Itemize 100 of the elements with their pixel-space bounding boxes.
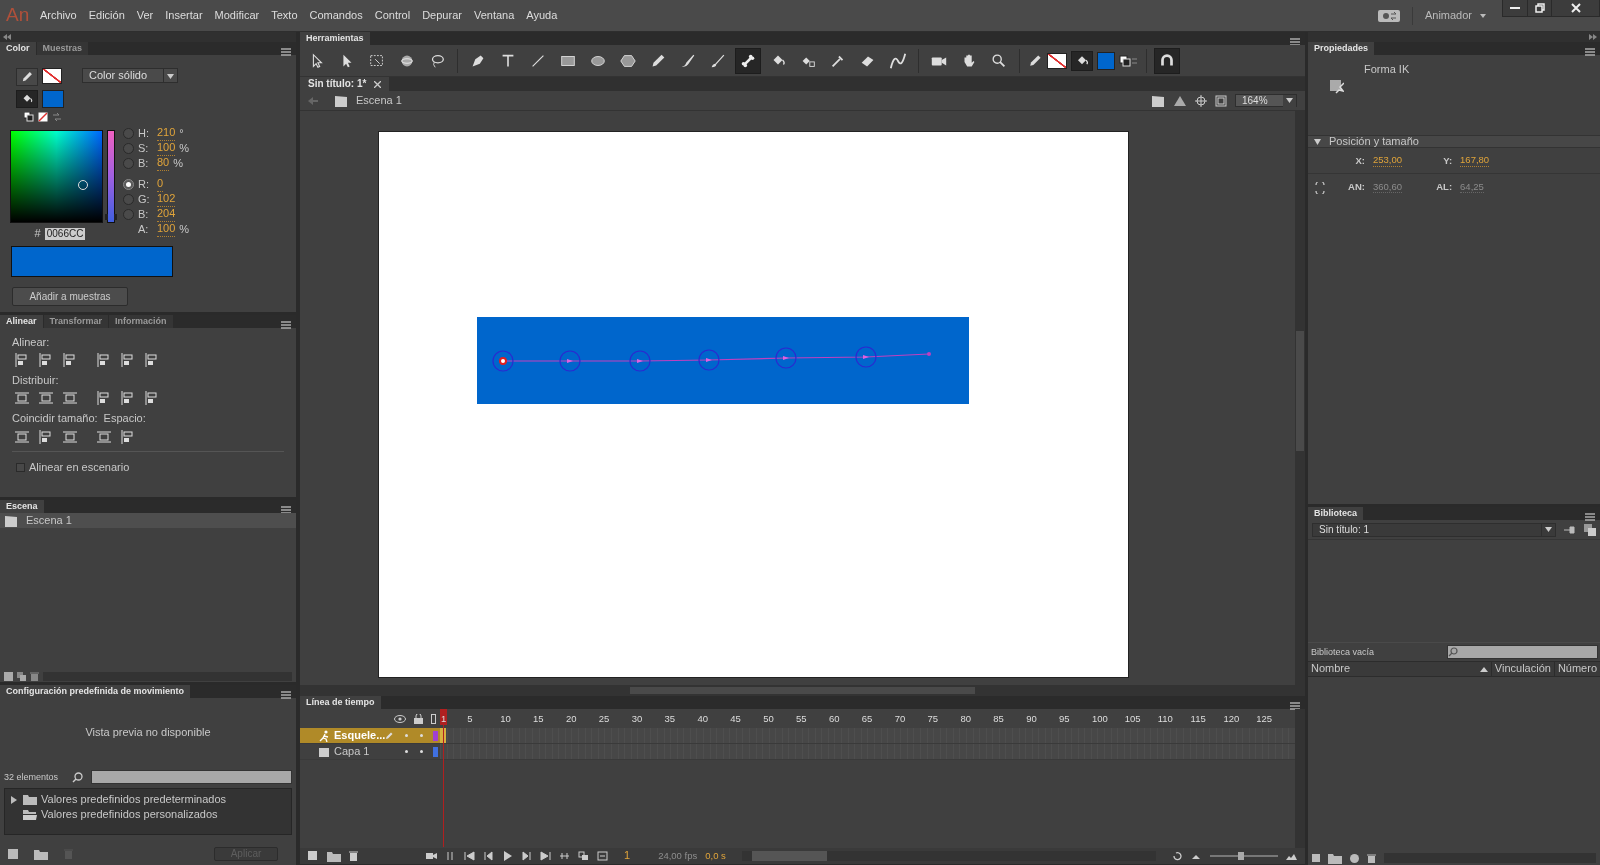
- distribute-icon[interactable]: [144, 352, 160, 369]
- new-library-panel-icon[interactable]: [1584, 523, 1596, 536]
- value-field[interactable]: 167,80: [1460, 154, 1490, 167]
- panel-tab[interactable]: Biblioteca: [1308, 507, 1364, 520]
- radio-button[interactable]: [123, 179, 134, 190]
- match-size-icon[interactable]: [38, 428, 54, 445]
- distribute-icon[interactable]: [38, 390, 54, 407]
- menu-item[interactable]: Control: [368, 8, 417, 23]
- menu-item[interactable]: Comandos: [303, 8, 369, 23]
- lock-icon[interactable]: [414, 713, 423, 724]
- frame-track[interactable]: [440, 744, 1295, 760]
- outline-icon[interactable]: [431, 713, 436, 724]
- match-size-icon[interactable]: [62, 428, 78, 445]
- first-frame-icon[interactable]: [464, 851, 475, 861]
- pin-icon[interactable]: [1564, 525, 1576, 534]
- match-size-icon[interactable]: [14, 428, 30, 445]
- panel-tab[interactable]: Muestras: [36, 42, 89, 55]
- scrollbar[interactable]: [1295, 709, 1305, 848]
- panel-tab[interactable]: Herramientas: [300, 32, 371, 45]
- menu-item[interactable]: Insertar: [159, 8, 209, 23]
- zoom-slider[interactable]: [1210, 852, 1278, 860]
- swap-colors-icon[interactable]: [1119, 53, 1139, 68]
- camera-icon[interactable]: [426, 851, 437, 861]
- menu-item[interactable]: Archivo: [34, 8, 83, 23]
- layer-color-swatch[interactable]: [433, 746, 438, 757]
- duplicate-icon[interactable]: [17, 671, 26, 681]
- info-icon[interactable]: [1350, 853, 1359, 863]
- section-header[interactable]: Posición y tamaño: [1308, 135, 1600, 148]
- space-icon[interactable]: [96, 428, 112, 445]
- menu-item[interactable]: Ver: [130, 8, 160, 23]
- playhead[interactable]: [440, 709, 447, 847]
- distribute-icon[interactable]: [144, 390, 160, 407]
- radio-button[interactable]: [123, 209, 134, 220]
- column-header[interactable]: Vinculación: [1490, 662, 1554, 676]
- checkbox[interactable]: [16, 462, 25, 472]
- swap-colors-icon[interactable]: [52, 112, 62, 122]
- value-field[interactable]: 100: [157, 141, 176, 156]
- eye-icon[interactable]: [394, 714, 406, 723]
- elapsed-time[interactable]: 0,0 s: [705, 850, 726, 862]
- distribute-icon[interactable]: [120, 352, 136, 369]
- panel-tab[interactable]: Configuración predefinida de movimiento: [0, 685, 191, 698]
- collapse-icon[interactable]: [3, 34, 11, 40]
- scene-breadcrumb[interactable]: Escena 1: [356, 93, 402, 108]
- fill-color-swatch[interactable]: [1097, 51, 1115, 70]
- value-field[interactable]: 102: [157, 192, 176, 207]
- workspace-switcher[interactable]: Animador: [1424, 8, 1486, 23]
- scrollbar[interactable]: [741, 851, 1156, 861]
- preset-folder[interactable]: Valores predefinidos predeterminados: [5, 792, 291, 807]
- menu-item[interactable]: Modificar: [208, 8, 266, 23]
- close-icon[interactable]: [374, 80, 382, 88]
- panel-menu-icon[interactable]: [281, 691, 291, 700]
- panel-tab[interactable]: Propiedades: [1308, 42, 1376, 55]
- scrollbar[interactable]: [300, 685, 1305, 696]
- fill-type-dropdown[interactable]: Color sólido: [82, 68, 178, 83]
- hex-field[interactable]: 0066CC: [44, 227, 86, 240]
- menu-item[interactable]: Depurar: [416, 8, 468, 23]
- link-icon[interactable]: [1314, 181, 1326, 194]
- magnet-tool[interactable]: [1154, 47, 1180, 74]
- no-color-icon[interactable]: [38, 112, 48, 122]
- next-frame-icon[interactable]: [521, 851, 532, 861]
- edit-frames-icon[interactable]: [597, 851, 608, 861]
- expand-arrow-icon[interactable]: [11, 796, 17, 804]
- menu-item[interactable]: Edición: [82, 8, 131, 23]
- panel-tab[interactable]: Transformar: [43, 315, 110, 328]
- align-icon[interactable]: [14, 352, 30, 369]
- trash-icon[interactable]: [1367, 853, 1376, 863]
- stroke-color-button[interactable]: [16, 68, 38, 86]
- panel-menu-icon[interactable]: [281, 48, 291, 57]
- layer-color-swatch[interactable]: [433, 730, 438, 741]
- trash-icon[interactable]: [349, 851, 360, 861]
- document-tab[interactable]: Sin título: 1*: [300, 77, 390, 91]
- value-field[interactable]: 210: [157, 126, 176, 141]
- space-icon[interactable]: [120, 428, 136, 445]
- fill-color-button[interactable]: [16, 90, 38, 108]
- panel-menu-icon[interactable]: [281, 321, 291, 330]
- onion-skin-icon[interactable]: [578, 851, 589, 861]
- distribute-icon[interactable]: [96, 352, 112, 369]
- pause-icon[interactable]: [445, 851, 456, 861]
- fill-color-swatch[interactable]: [42, 90, 64, 108]
- frame-rate[interactable]: 24,00 fps: [658, 850, 698, 862]
- search-field[interactable]: [1447, 645, 1598, 659]
- value-field[interactable]: 204: [157, 207, 176, 222]
- last-frame-icon[interactable]: [540, 851, 551, 861]
- panel-menu-icon[interactable]: [281, 506, 291, 515]
- menu-item[interactable]: Texto: [265, 8, 304, 23]
- scene-item[interactable]: Escena 1: [0, 513, 296, 528]
- value-field[interactable]: 253,00: [1373, 154, 1403, 167]
- distribute-icon[interactable]: [62, 390, 78, 407]
- expand-panels-icon[interactable]: [1589, 34, 1597, 40]
- stroke-color-swatch[interactable]: [1047, 52, 1067, 69]
- prev-frame-icon[interactable]: [483, 851, 494, 861]
- column-header[interactable]: Número: [1553, 662, 1600, 676]
- distribute-icon[interactable]: [14, 390, 30, 407]
- value-field[interactable]: 0: [157, 177, 164, 192]
- new-scene-icon[interactable]: [4, 671, 13, 681]
- current-frame[interactable]: 1: [624, 849, 631, 863]
- preset-folder[interactable]: Valores predefinidos personalizados: [5, 807, 291, 822]
- radio-button[interactable]: [123, 128, 134, 139]
- zoom-dropdown[interactable]: 164%: [1235, 94, 1297, 107]
- distribute-icon[interactable]: [96, 390, 112, 407]
